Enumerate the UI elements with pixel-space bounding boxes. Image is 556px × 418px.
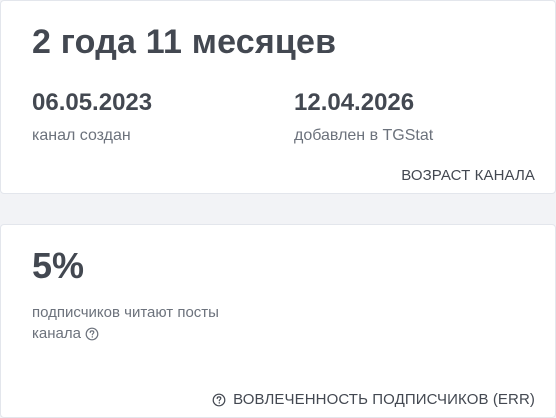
err-value: 5% xyxy=(32,245,85,286)
created-date-block: 06.05.2023 канал создан xyxy=(32,89,152,145)
channel-age-card: 2 года 11 месяцев 06.05.2023 канал созда… xyxy=(0,0,556,194)
engagement-card: 5% подписчиков читают посты канала ВОВЛЕ… xyxy=(0,224,556,418)
created-date: 06.05.2023 xyxy=(32,89,153,116)
added-date: 12.04.2026 xyxy=(294,89,415,116)
engagement-footer: ВОВЛЕЧЕННОСТЬ ПОДПИСЧИКОВ (ERR) xyxy=(212,391,535,408)
added-label: добавлен в TGStat xyxy=(294,127,434,144)
err-description-block: подписчиков читают посты канала xyxy=(32,302,262,344)
err-description: подписчиков читают посты канала xyxy=(32,304,219,342)
engagement-footer-label: ВОВЛЕЧЕННОСТЬ ПОДПИСЧИКОВ (ERR) xyxy=(233,391,535,408)
question-circle-icon[interactable] xyxy=(212,393,226,407)
channel-age-footer-label: ВОЗРАСТ КАНАЛА xyxy=(401,167,535,184)
question-circle-icon[interactable] xyxy=(85,326,99,341)
added-date-block: 12.04.2026 добавлен в TGStat xyxy=(294,89,433,145)
channel-age-value: 2 года 11 месяцев xyxy=(32,23,337,61)
created-label: канал создан xyxy=(32,127,131,144)
